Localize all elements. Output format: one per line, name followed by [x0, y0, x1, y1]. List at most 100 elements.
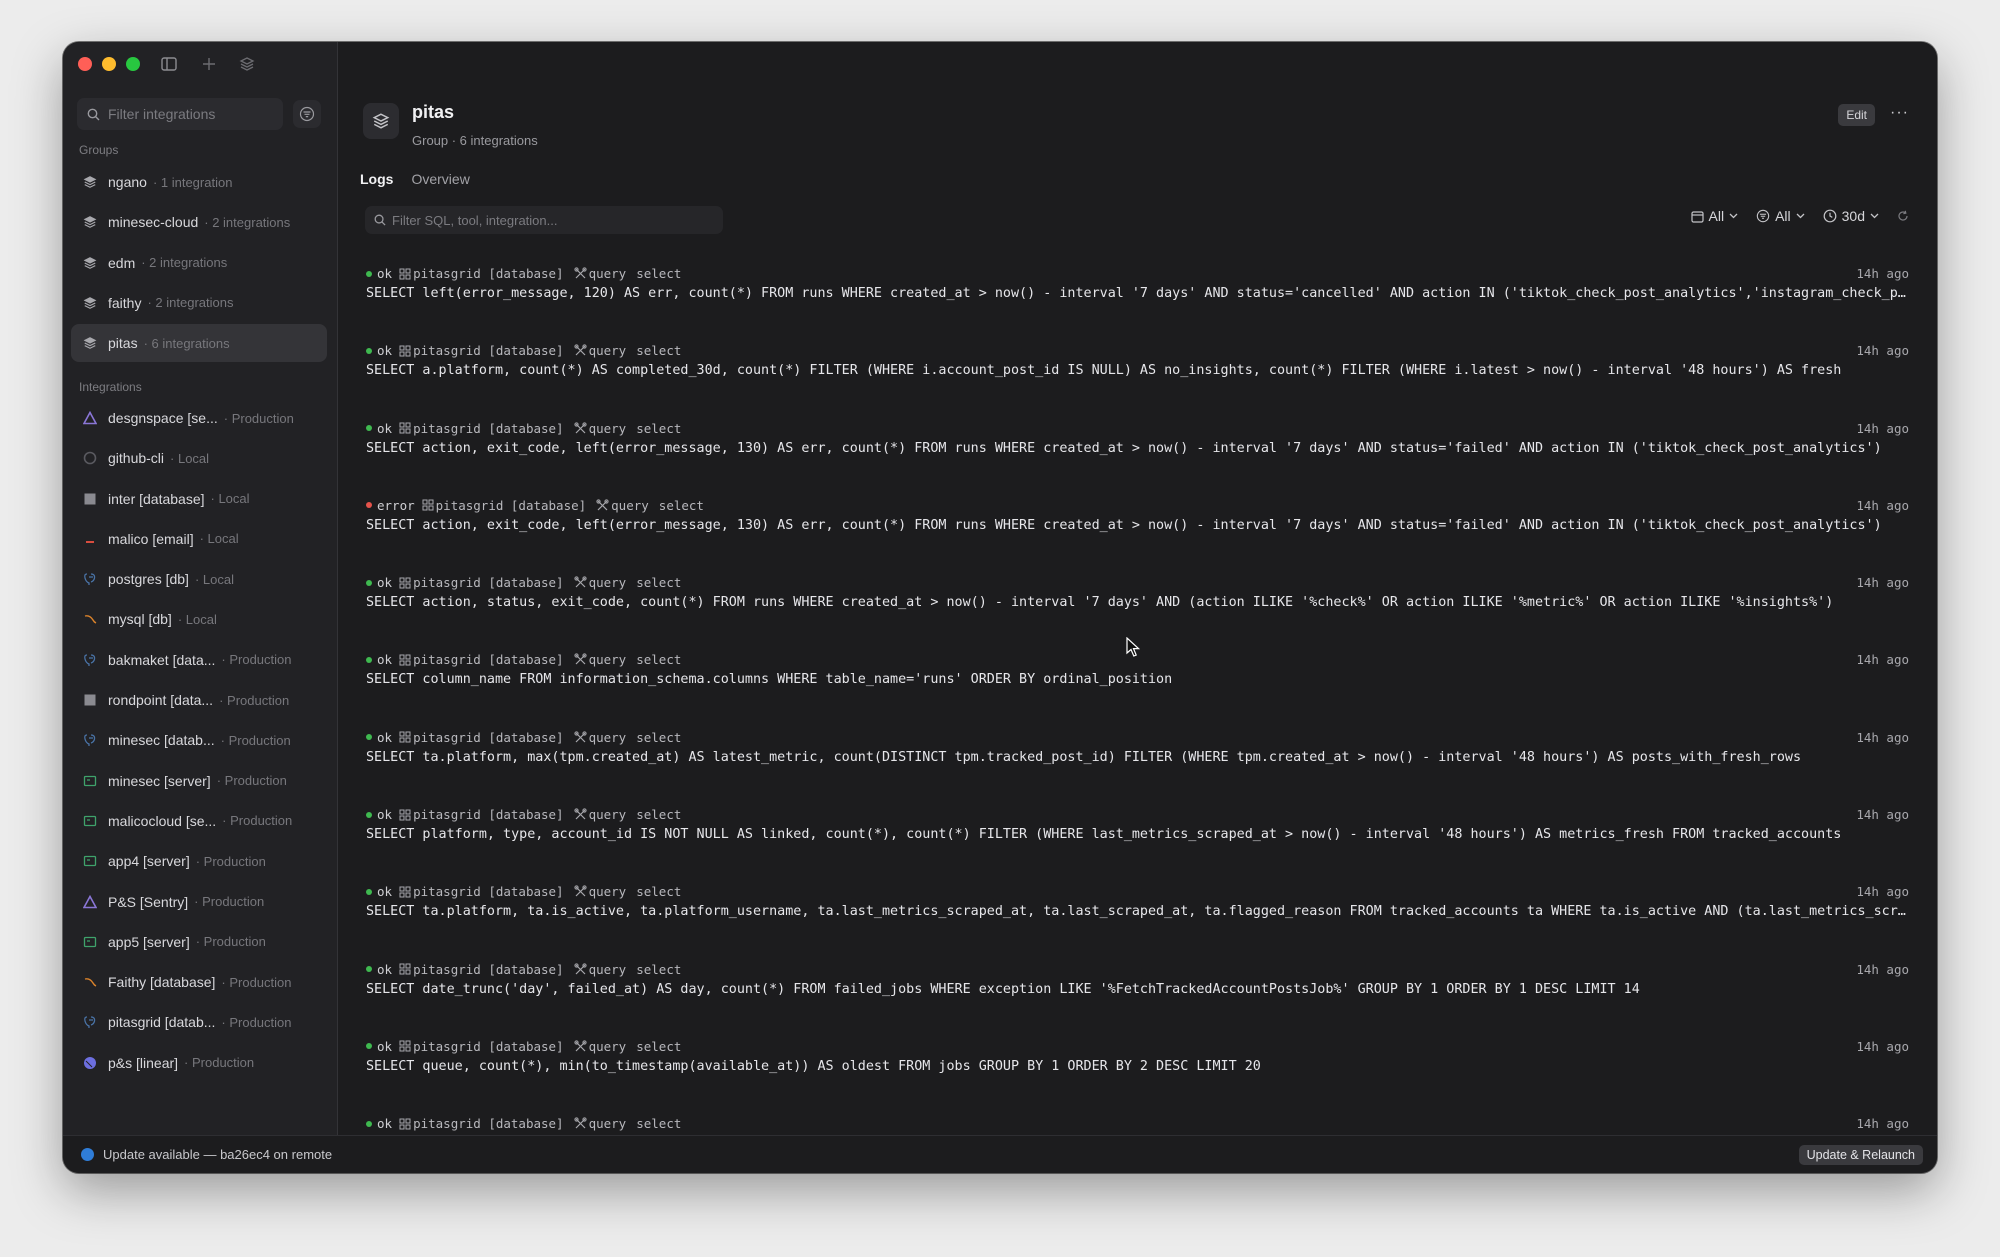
log-entry[interactable]: ok pitasgrid [database] query select 14h ago… — [338, 872, 1937, 949]
log-meta: ok pitasgrid [database] query select 14h ago — [366, 1039, 1909, 1054]
email-icon — [81, 530, 99, 548]
sentry-icon — [81, 893, 99, 911]
edit-button[interactable]: Edit — [1838, 104, 1875, 126]
filter-icon — [299, 106, 315, 122]
log-operation: select — [636, 1116, 682, 1132]
log-time: 14h ago — [1856, 1038, 1909, 1054]
tool-icon — [573, 808, 587, 821]
sidebar-integration-item[interactable]: postgres [db] · Local — [71, 560, 327, 598]
time-range-dropdown[interactable]: 30d — [1823, 208, 1879, 224]
close-window-button[interactable] — [78, 57, 92, 71]
log-entry[interactable]: error pitasgrid [database] query select 14h … — [338, 486, 1937, 563]
database-icon — [81, 490, 99, 508]
filter-button[interactable] — [293, 100, 321, 128]
log-sql: SELECT date_trunc('day', failed_at) AS d… — [366, 981, 1640, 997]
log-status: ok — [377, 652, 393, 668]
integration-icon — [399, 731, 411, 743]
layers-icon — [81, 173, 99, 191]
sidebar-integration-item[interactable]: minesec [server] · Production — [71, 762, 327, 800]
log-entry[interactable]: ok pitasgrid [database] query select 14h ago… — [338, 563, 1937, 640]
integration-env: · Production — [184, 1055, 255, 1071]
type-filter-dropdown[interactable]: All — [1690, 208, 1739, 224]
status-dot-icon — [366, 270, 372, 277]
integration-search[interactable] — [77, 98, 283, 130]
layers-icon[interactable] — [235, 52, 259, 76]
sidebar-integration-item[interactable]: app4 [server] · Production — [71, 842, 327, 880]
integration-env: · Production — [221, 652, 292, 668]
log-tool: query — [588, 807, 627, 823]
log-entry[interactable]: ok pitasgrid [database] query select 14h ago… — [338, 718, 1937, 795]
tool-icon — [573, 344, 587, 357]
log-status: ok — [377, 575, 393, 591]
refresh-button[interactable] — [1897, 210, 1909, 222]
github-icon — [81, 449, 99, 467]
sidebar-integration-item[interactable]: malico [email] · Local — [71, 520, 327, 558]
integration-name: minesec [server] — [108, 772, 211, 789]
log-status: ok — [377, 420, 393, 436]
sidebar-integration-item[interactable]: malicocloud [se... · Production — [71, 802, 327, 840]
more-options-icon[interactable]: ··· — [1890, 104, 1909, 122]
app-window: Groups ngano · 1 integration minesec-cloud… — [63, 42, 1937, 1173]
integration-env: · Production — [216, 773, 287, 789]
log-integration: pitasgrid [database] — [413, 420, 564, 436]
status-filter-dropdown[interactable]: All — [1756, 208, 1805, 224]
sidebar-group-minesec-cloud[interactable]: minesec-cloud · 2 integrations — [71, 203, 327, 241]
sidebar-toggle-icon[interactable] — [157, 52, 181, 76]
integration-name: malico [email] — [108, 530, 194, 547]
log-entry[interactable]: ok pitasgrid [database] query select 14h ago… — [338, 331, 1937, 408]
add-icon[interactable] — [197, 52, 221, 76]
log-entry[interactable]: ok pitasgrid [database] query select 14h ago… — [338, 1104, 1937, 1136]
sidebar-integration-item[interactable]: mysql [db] · Local — [71, 600, 327, 638]
tab-overview[interactable]: Overview — [411, 171, 469, 187]
minimize-window-button[interactable] — [102, 57, 116, 71]
sidebar-integration-item[interactable]: rondpoint [data... · Production — [71, 681, 327, 719]
sidebar-integration-item[interactable]: app5 [server] · Production — [71, 923, 327, 961]
sidebar-integration-item[interactable]: bakmaket [data... · Production — [71, 641, 327, 679]
sidebar-group-pitas[interactable]: pitas · 6 integrations — [71, 324, 327, 363]
sidebar-integration-item[interactable]: desgnspace [se... · Production — [71, 399, 327, 437]
chevron-down-icon — [1796, 213, 1805, 219]
sidebar-integration-item[interactable]: inter [database] · Local — [71, 480, 327, 518]
chevron-down-icon — [1729, 213, 1738, 219]
log-integration: pitasgrid [database] — [413, 575, 564, 591]
log-sql: SELECT ta.platform, max(tpm.created_at) … — [366, 749, 1802, 765]
sidebar-group-faithy[interactable]: faithy · 2 integrations — [71, 284, 327, 322]
log-entry[interactable]: ok pitasgrid [database] query select 14h ago… — [338, 795, 1937, 872]
log-entry[interactable]: ok pitasgrid [database] query select 14h ago… — [338, 1027, 1937, 1104]
integration-search-input[interactable] — [106, 105, 270, 123]
integration-name: minesec [datab... — [108, 732, 215, 749]
log-integration: pitasgrid [database] — [413, 266, 564, 281]
log-entry[interactable]: ok pitasgrid [database] query select 14h ago… — [338, 950, 1937, 1027]
sidebar-group-ngano[interactable]: ngano · 1 integration — [71, 163, 327, 201]
log-tool: query — [588, 729, 627, 745]
sidebar-integration-item[interactable]: github-cli · Local — [71, 439, 327, 477]
sidebar-integration-item[interactable]: pitasgrid [datab... · Production — [71, 1003, 327, 1041]
log-status: ok — [377, 884, 393, 900]
group-name: pitas — [108, 335, 138, 352]
log-meta: ok pitasgrid [database] query select 14h ago — [366, 807, 1909, 822]
integration-env: · Production — [195, 934, 266, 950]
zoom-window-button[interactable] — [126, 57, 140, 71]
update-message: Update available — ba26ec4 on remote — [103, 1147, 333, 1162]
log-status: ok — [377, 343, 393, 359]
sidebar: Groups ngano · 1 integration minesec-cloud… — [63, 42, 338, 1136]
sidebar-group-edm[interactable]: edm · 2 integrations — [71, 244, 327, 282]
log-filter-input[interactable] — [390, 211, 714, 229]
log-status: ok — [377, 729, 393, 745]
log-entry[interactable]: ok pitasgrid [database] query select 14h ago… — [338, 409, 1937, 486]
log-filter[interactable] — [365, 206, 723, 234]
type-filter-label: All — [1708, 208, 1725, 224]
update-relaunch-button[interactable]: Update & Relaunch — [1798, 1144, 1923, 1165]
log-time: 14h ago — [1856, 807, 1909, 823]
group-count: · 2 integrations — [204, 214, 291, 230]
sidebar-integration-item[interactable]: p&s [linear] · Production — [71, 1044, 327, 1082]
tab-logs[interactable]: Logs — [360, 171, 393, 187]
status-bar: Update available — ba26ec4 on remote Upd… — [63, 1135, 1937, 1173]
log-entry[interactable]: ok pitasgrid [database] query select 14h ago… — [338, 254, 1937, 331]
sidebar-integration-item[interactable]: P&S [Sentry] · Production — [71, 883, 327, 921]
log-operation: select — [636, 1038, 682, 1054]
log-operation: select — [636, 961, 682, 977]
sidebar-integration-item[interactable]: Faithy [database] · Production — [71, 963, 327, 1001]
log-operation: select — [636, 343, 682, 359]
sidebar-integration-item[interactable]: minesec [datab... · Production — [71, 721, 327, 759]
